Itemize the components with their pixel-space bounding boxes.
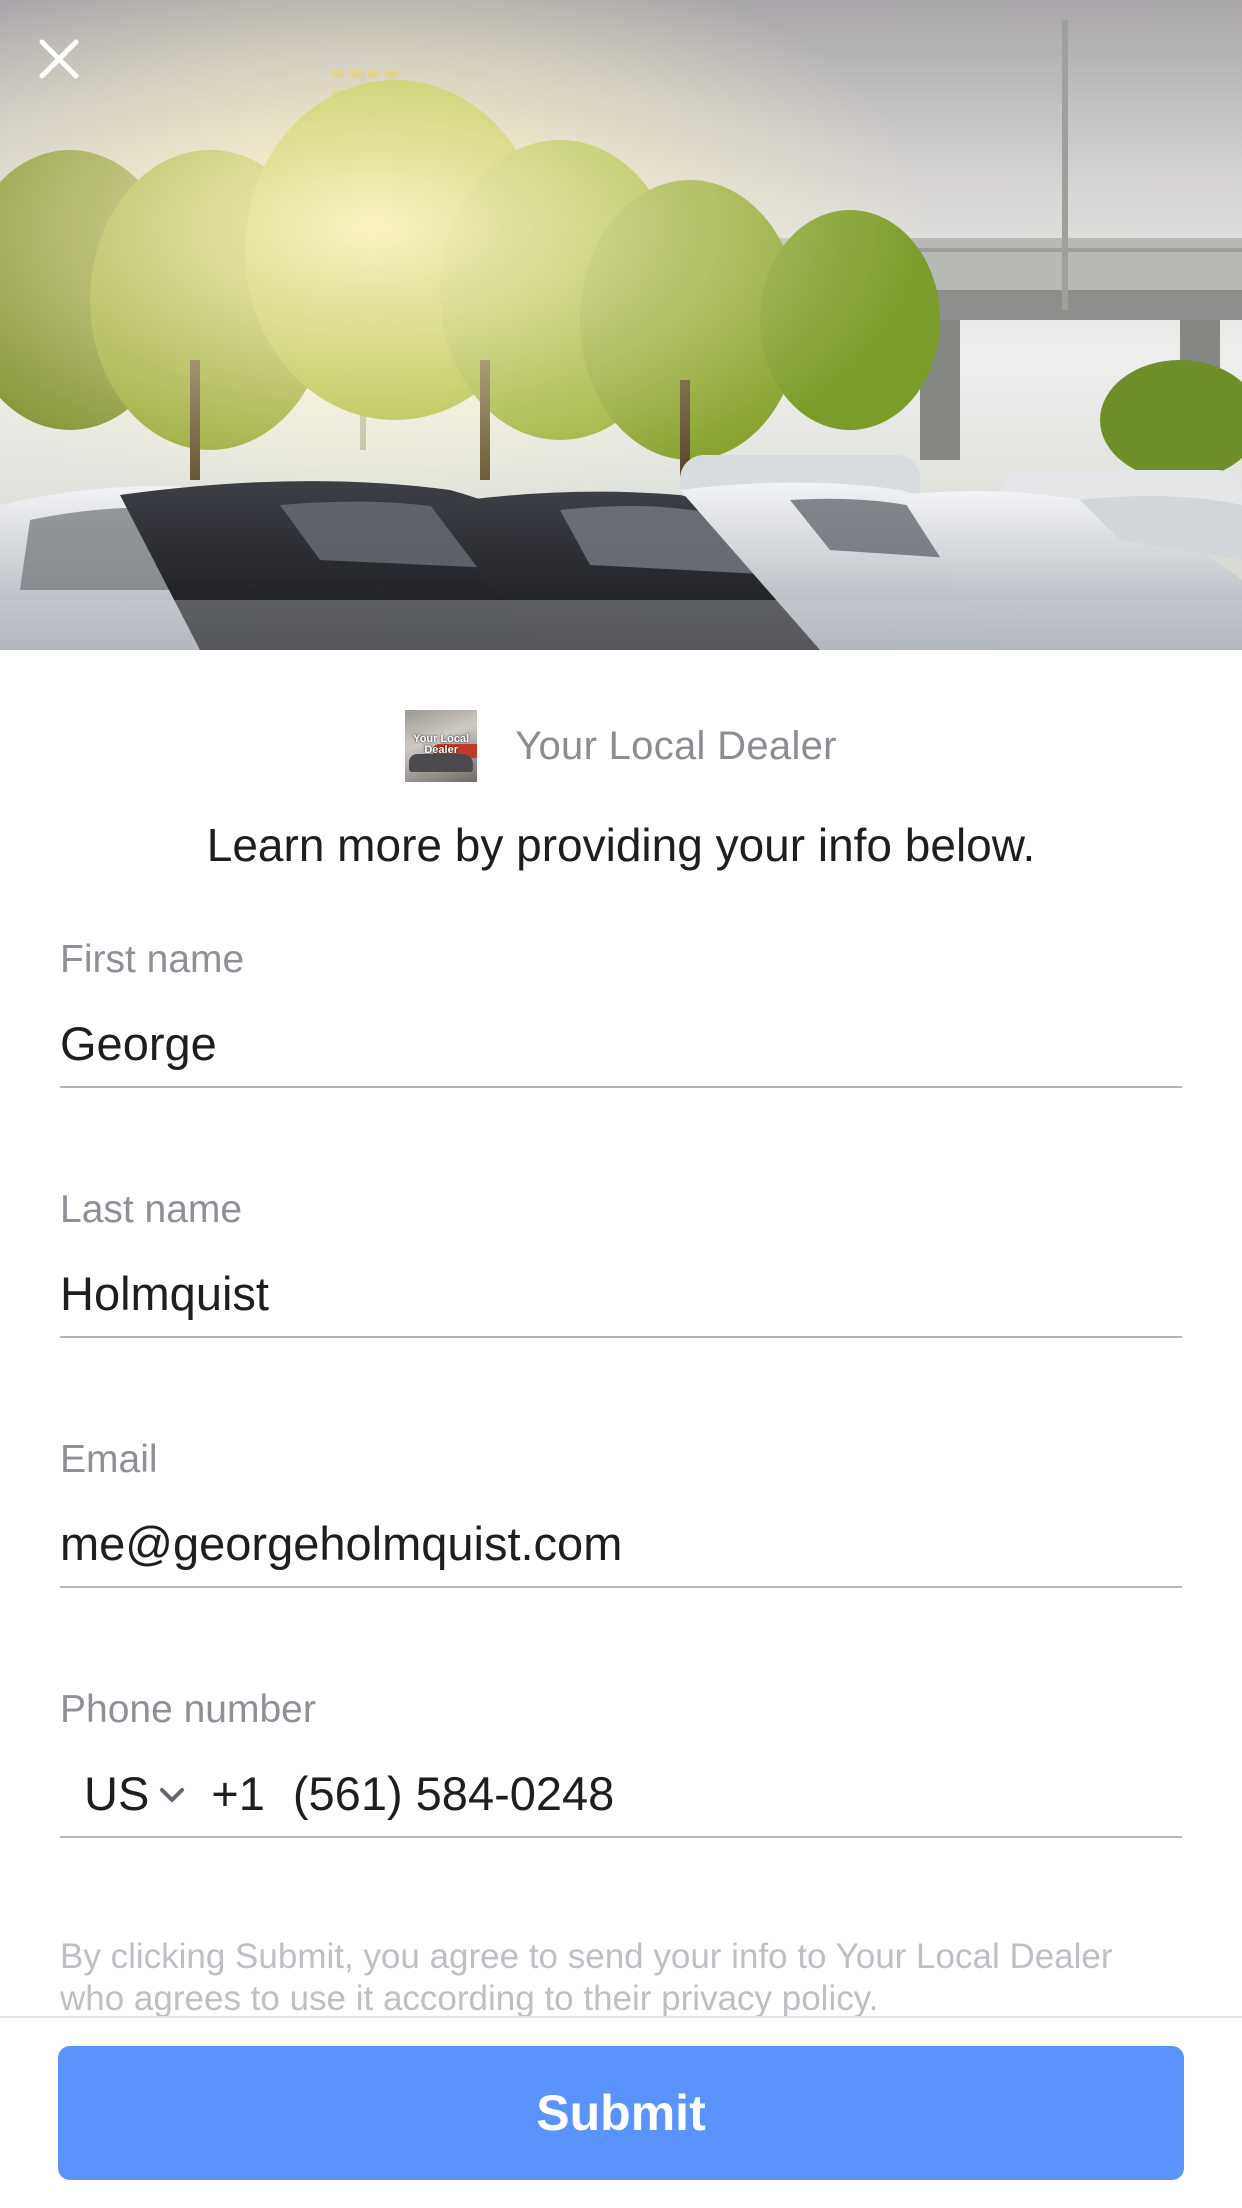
- last-name-input[interactable]: [60, 1258, 1182, 1328]
- advertiser-logo-text: Your Local Dealer: [413, 733, 470, 756]
- privacy-disclaimer: By clicking Submit, you agree to send yo…: [60, 1937, 1113, 2018]
- email-label: Email: [60, 1438, 158, 1481]
- country-selector[interactable]: US: [60, 1766, 185, 1821]
- phone-row: US +1: [60, 1758, 1182, 1828]
- submit-button[interactable]: Submit: [58, 2046, 1184, 2180]
- first-name-input[interactable]: [60, 1008, 1182, 1078]
- hero-image: [0, 0, 1242, 650]
- last-name-field: Last name: [60, 1188, 1182, 1338]
- first-name-label: First name: [60, 938, 245, 981]
- chevron-down-icon: [160, 1788, 185, 1802]
- email-input[interactable]: [60, 1508, 1182, 1578]
- first-name-field: First name: [60, 938, 1182, 1088]
- close-icon: [39, 39, 79, 79]
- footer-bar: Submit: [0, 2016, 1242, 2208]
- email-field: Email: [60, 1438, 1182, 1588]
- dial-code: +1: [211, 1766, 265, 1820]
- advertiser-name: Your Local Dealer: [515, 723, 837, 768]
- form-subtitle: Learn more by providing your info below.: [206, 819, 1036, 871]
- phone-label: Phone number: [60, 1688, 316, 1731]
- close-button[interactable]: [38, 38, 94, 94]
- advertiser-header: Your Local Dealer Your Local Dealer: [0, 708, 1242, 784]
- country-code: US: [84, 1766, 150, 1820]
- phone-input[interactable]: [292, 1765, 1182, 1821]
- advertiser-logo: Your Local Dealer: [405, 710, 478, 782]
- parking-lot-photo: [0, 0, 1242, 650]
- last-name-label: Last name: [60, 1188, 243, 1231]
- phone-field: Phone number US +1: [60, 1688, 1182, 1838]
